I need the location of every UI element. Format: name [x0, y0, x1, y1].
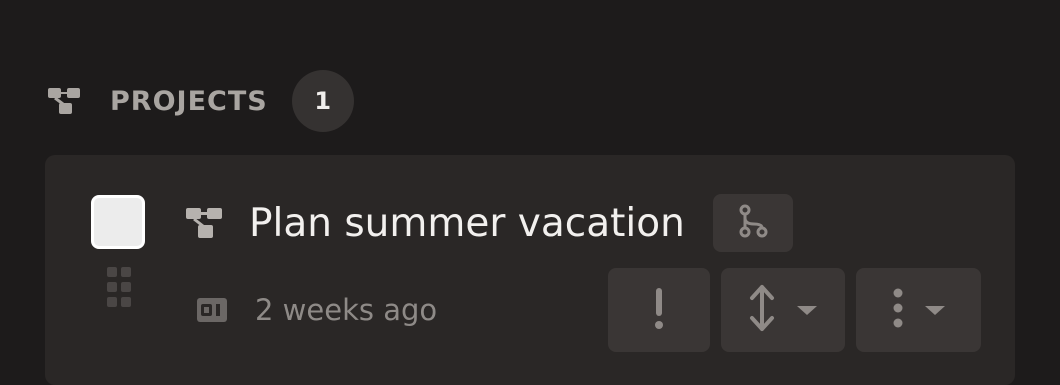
project-diagram-icon: [46, 83, 82, 119]
more-options-button[interactable]: [856, 268, 981, 352]
task-checkbox[interactable]: [91, 195, 145, 249]
calendar-icon: [195, 293, 229, 327]
chevron-down-icon: [797, 305, 817, 315]
chevron-down-icon: [924, 305, 945, 315]
drag-handle[interactable]: [105, 267, 133, 309]
task-title-row: Plan summer vacation: [185, 194, 793, 252]
project-diagram-icon: [185, 204, 223, 242]
priority-button[interactable]: [608, 268, 710, 352]
task-card: Plan summer vacation 2 weeks ago: [45, 155, 1015, 385]
branch-button[interactable]: [712, 194, 793, 252]
count-badge: 1: [291, 70, 354, 132]
section-title: PROJECTS: [110, 85, 268, 117]
sort-dropdown-button[interactable]: [721, 268, 845, 352]
exclamation-icon: [652, 286, 666, 334]
branch-icon: [738, 204, 768, 242]
task-title[interactable]: Plan summer vacation: [249, 201, 685, 246]
timestamp: 2 weeks ago: [255, 293, 438, 327]
arrows-vertical-icon: [749, 284, 775, 336]
projects-section-header: PROJECTS 1: [46, 70, 354, 132]
task-meta: 2 weeks ago: [195, 287, 437, 333]
vertical-ellipsis-icon: [893, 288, 903, 332]
